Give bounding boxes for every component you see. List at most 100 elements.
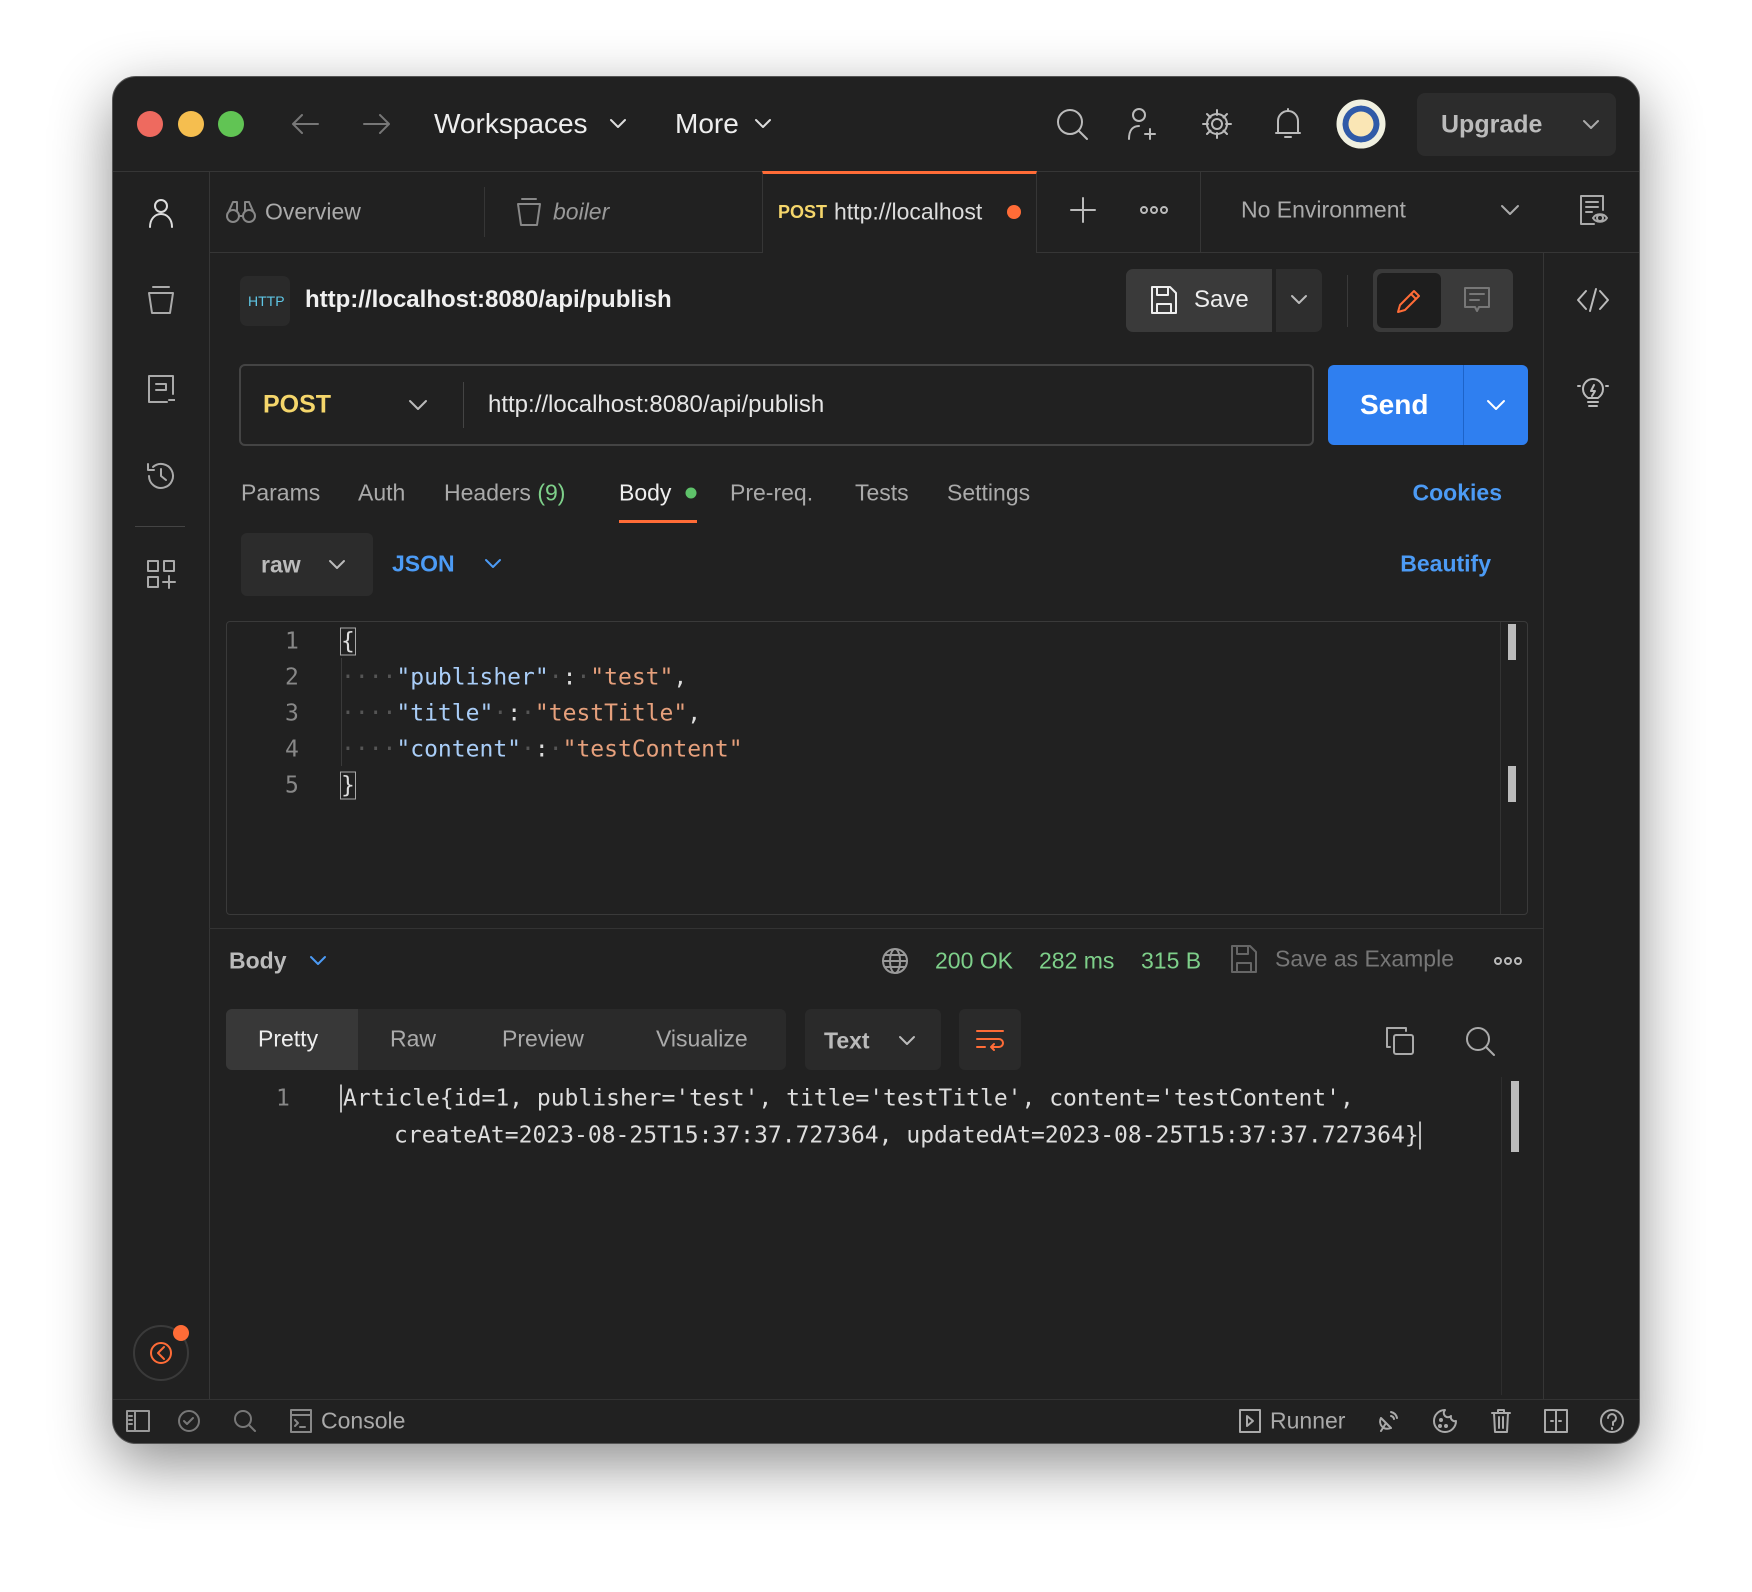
response-body-viewer[interactable]: 1 Article{id=1, publisher='test', title=… [226,1077,1528,1395]
tab-prerequest[interactable]: Pre-req. [730,481,813,505]
invite-user-icon[interactable] [1126,107,1160,141]
console-button[interactable]: Console [289,1407,409,1435]
environment-label: No Environment [1241,196,1406,223]
code-token: : [562,664,577,691]
bell-icon[interactable] [1273,107,1303,141]
response-section-select[interactable]: Body [229,949,287,973]
collection-icon [516,197,542,227]
tab-preview[interactable]: Preview [502,1027,584,1051]
code-token: "content" [396,736,522,763]
url-input[interactable]: http://localhost:8080/api/publish [488,393,824,417]
chevron-down-icon [484,558,502,570]
tab-overview[interactable]: Overview [209,172,484,252]
save-options-button[interactable] [1276,269,1322,332]
back-arrow-icon[interactable] [290,112,320,136]
beautify-link[interactable]: Beautify [1400,552,1491,576]
line-number: 1 [276,1085,290,1112]
save-button[interactable]: Save [1126,269,1272,332]
copy-icon[interactable] [1385,1026,1415,1056]
method-select[interactable]: POST [241,366,463,444]
editor-scrollbar-top[interactable] [1508,624,1516,660]
code-token: · [548,664,563,691]
code-token: "title" [396,700,494,727]
code-token: · [576,664,591,691]
upgrade-button[interactable]: Upgrade [1417,93,1616,156]
comment-icon[interactable] [1462,285,1492,315]
send-button[interactable]: Send [1328,365,1528,445]
send-options-chevron-icon[interactable] [1486,399,1506,411]
maximize-window-button[interactable] [218,111,244,137]
close-window-button[interactable] [137,111,163,137]
method-label: POST [263,390,332,419]
response-format-select[interactable]: Text [805,1009,941,1070]
unsaved-indicator [1007,205,1021,219]
body-language-select[interactable]: JSON [392,552,455,576]
code-token: · [521,736,535,763]
user-icon[interactable] [148,198,174,228]
more-menu[interactable]: More [675,110,739,138]
body-mode-select[interactable]: raw [241,533,373,596]
request-body-editor[interactable]: 1{2 ····"publisher"·:·"test", 3 ····"title"… [226,621,1528,915]
runner-button[interactable]: Runner [1238,1407,1348,1435]
cookies-link[interactable]: Cookies [1413,481,1502,505]
search-icon[interactable] [233,1409,257,1433]
response-time[interactable]: 282 ms [1039,949,1114,973]
chevron-down-icon [309,955,327,967]
tab-auth[interactable]: Auth [358,481,405,505]
two-pane-view-icon[interactable] [1544,1409,1568,1433]
environment-select[interactable]: No Environment [1201,172,1541,252]
chevron-down-icon [1290,294,1308,306]
tab-headers[interactable]: Headers (9) [444,481,565,505]
editor-scrollbar[interactable] [1508,766,1516,802]
tab-active-request[interactable]: POST http://localhost [762,171,1037,253]
gear-icon[interactable] [1200,107,1234,141]
send-label: Send [1360,389,1429,420]
search-icon[interactable] [1055,107,1089,141]
trash-icon[interactable] [1490,1408,1512,1434]
tab-params[interactable]: Params [241,481,320,505]
online-status-icon[interactable] [177,1409,201,1433]
lightbulb-icon[interactable] [1576,376,1610,410]
code-token: · [521,700,535,727]
search-icon[interactable] [1464,1025,1496,1057]
help-icon[interactable] [1599,1408,1625,1434]
http-badge-text: HTTP [248,293,285,309]
avatar[interactable] [1336,99,1386,149]
globe-icon[interactable] [880,946,910,976]
environments-icon[interactable] [147,374,175,404]
capture-requests-icon[interactable] [1377,1408,1401,1434]
forward-arrow-icon[interactable] [362,112,392,136]
collections-icon[interactable] [147,285,175,315]
postbot-button[interactable] [133,1325,189,1381]
environment-quick-look-icon[interactable] [1578,194,1608,226]
plus-icon[interactable] [1069,196,1097,224]
more-options-icon[interactable] [1139,205,1169,215]
code-icon[interactable] [1576,287,1610,313]
code-line: ····"title"·:·"testTitle", [341,700,701,727]
floppy-disk-icon [1150,285,1178,315]
tab-body[interactable]: Body [619,481,671,505]
apps-icon[interactable] [146,559,176,589]
edit-mode-button[interactable] [1377,273,1441,328]
tab-visualize[interactable]: Visualize [656,1027,748,1051]
tab-boiler[interactable]: boiler [485,172,762,252]
indent-guide [341,658,342,766]
save-as-example-button[interactable]: Save as Example [1275,947,1454,971]
toggle-sidebar-icon[interactable] [126,1410,150,1432]
code-token: ···· [341,664,397,691]
tab-tests[interactable]: Tests [855,481,909,505]
status-code[interactable]: 200 OK [935,949,1013,973]
history-icon[interactable] [145,460,177,492]
response-scrollbar[interactable] [1511,1081,1519,1152]
tab-settings[interactable]: Settings [947,481,1030,505]
tab-pretty[interactable]: Pretty [226,1009,358,1070]
notification-dot [173,1325,189,1341]
more-options-icon[interactable] [1493,956,1523,966]
response-size[interactable]: 315 B [1141,949,1201,973]
cookies-icon[interactable] [1432,1408,1458,1434]
workspaces-menu[interactable]: Workspaces [434,110,588,138]
wrap-lines-button[interactable] [959,1009,1021,1070]
tab-raw[interactable]: Raw [390,1027,436,1051]
request-title[interactable]: http://localhost:8080/api/publish [305,288,672,312]
minimize-window-button[interactable] [178,111,204,137]
